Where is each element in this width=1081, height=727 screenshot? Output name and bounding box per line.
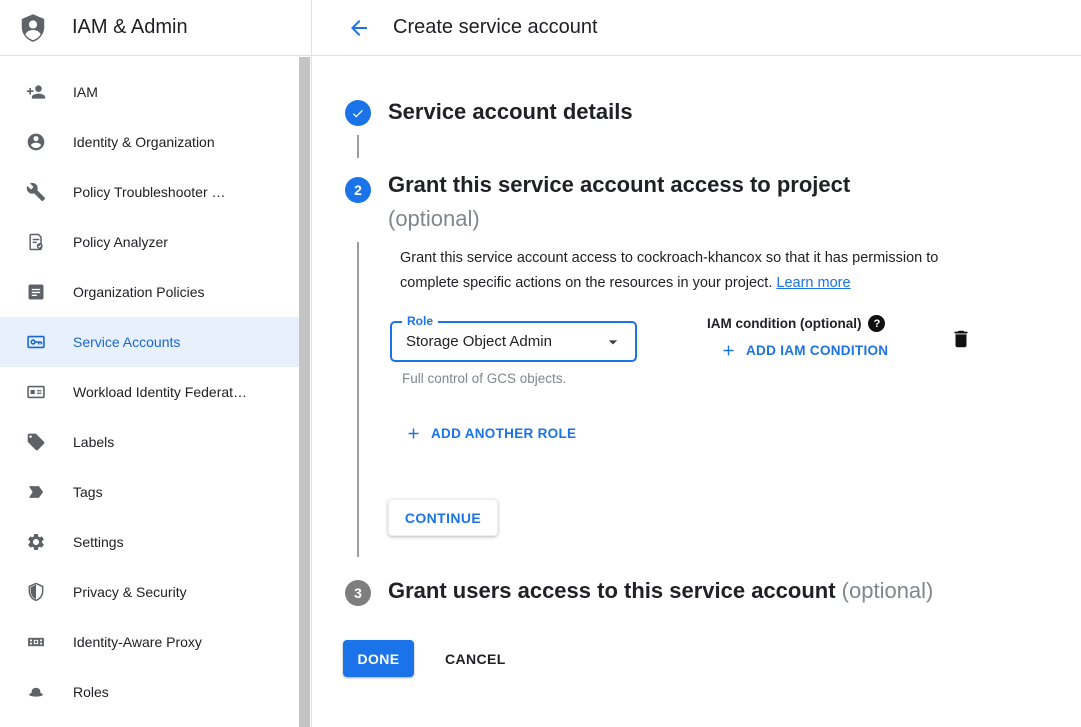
wrench-icon bbox=[26, 182, 46, 202]
sidebar-item-label: Identity-Aware Proxy bbox=[73, 634, 202, 650]
gear-icon bbox=[26, 532, 46, 552]
iam-condition-label: IAM condition (optional) bbox=[707, 316, 861, 331]
sidebar-item-identity-organization[interactable]: Identity & Organization bbox=[0, 117, 299, 167]
page-header: Create service account bbox=[312, 0, 1081, 55]
role-field-label: Role bbox=[402, 314, 438, 328]
sidebar-item-iam[interactable]: IAM bbox=[0, 67, 299, 117]
iam-admin-shield-icon bbox=[18, 13, 48, 43]
sidebar-item-policy-troubleshooter[interactable]: Policy Troubleshooter … bbox=[0, 167, 299, 217]
person-circle-icon bbox=[26, 132, 46, 152]
sidebar-item-label: Tags bbox=[73, 484, 103, 500]
role-selected-value: Storage Object Admin bbox=[406, 333, 552, 350]
sidebar-item-label: Roles bbox=[73, 684, 109, 700]
sidebar-item-privacy-security[interactable]: Privacy & Security bbox=[0, 567, 299, 617]
sidebar-item-label: Service Accounts bbox=[73, 334, 180, 350]
role-helper-text: Full control of GCS objects. bbox=[402, 371, 566, 386]
sidebar-item-label: Organization Policies bbox=[73, 284, 205, 300]
sidebar-item-tags[interactable]: Tags bbox=[0, 467, 299, 517]
help-icon[interactable]: ? bbox=[868, 315, 885, 332]
iam-condition-header: IAM condition (optional) ? bbox=[707, 315, 885, 332]
step2-title: Grant this service account access to pro… bbox=[388, 168, 850, 236]
step1-title: Service account details bbox=[388, 99, 633, 125]
step3-title: Grant users access to this service accou… bbox=[388, 578, 933, 604]
add-iam-condition-label: ADD IAM CONDITION bbox=[746, 343, 888, 358]
step-connector bbox=[357, 242, 359, 557]
done-button[interactable]: DONE bbox=[343, 640, 414, 677]
learn-more-link[interactable]: Learn more bbox=[776, 275, 850, 291]
check-icon bbox=[350, 105, 366, 121]
sidebar-item-label: Workload Identity Federat… bbox=[73, 384, 247, 400]
tag-arrow-icon bbox=[26, 482, 46, 502]
plus-icon bbox=[405, 425, 422, 442]
sidebar-item-workload-identity-federation[interactable]: Workload Identity Federat… bbox=[0, 367, 299, 417]
app-title: IAM & Admin bbox=[72, 16, 188, 39]
sidebar-item-settings[interactable]: Settings bbox=[0, 517, 299, 567]
badge-card-icon bbox=[26, 382, 46, 402]
sidebar-item-service-accounts[interactable]: Service Accounts bbox=[0, 317, 299, 367]
sidebar-item-label: Policy Analyzer bbox=[73, 234, 168, 250]
sidebar-item-label: Policy Troubleshooter … bbox=[73, 184, 226, 200]
continue-button[interactable]: CONTINUE bbox=[388, 499, 498, 536]
trash-icon bbox=[950, 328, 972, 350]
sidebar-nav: IAM Identity & Organization Policy Troub… bbox=[0, 57, 312, 727]
back-arrow-icon[interactable] bbox=[347, 16, 371, 40]
step3-title-text: Grant users access to this service accou… bbox=[388, 578, 836, 603]
top-header: IAM & Admin Create service account bbox=[0, 0, 1081, 56]
sidebar-item-labels[interactable]: Labels bbox=[0, 417, 299, 467]
page-title: Create service account bbox=[393, 16, 598, 39]
chevron-down-icon bbox=[603, 332, 623, 352]
add-another-role-button[interactable]: ADD ANOTHER ROLE bbox=[405, 425, 576, 442]
sidebar-item-label: Identity & Organization bbox=[73, 134, 215, 150]
step1-complete-icon bbox=[345, 100, 371, 126]
step-connector bbox=[357, 135, 359, 158]
cancel-button[interactable]: CANCEL bbox=[433, 640, 518, 677]
list-document-icon bbox=[26, 282, 46, 302]
step2-number-icon: 2 bbox=[345, 177, 371, 203]
sidebar-item-label: Labels bbox=[73, 434, 114, 450]
plus-icon bbox=[720, 342, 737, 359]
delete-role-button[interactable] bbox=[950, 328, 972, 350]
description-text: Grant this service account access to coc… bbox=[400, 250, 938, 291]
document-search-icon bbox=[26, 232, 46, 252]
app-header: IAM & Admin bbox=[0, 0, 312, 55]
step2-title-text: Grant this service account access to pro… bbox=[388, 172, 850, 197]
sidebar-item-label: Privacy & Security bbox=[73, 584, 187, 600]
sidebar-item-label: IAM bbox=[73, 84, 98, 100]
sidebar-item-label: Settings bbox=[73, 534, 124, 550]
step3-number: 3 bbox=[354, 585, 362, 601]
sidebar-item-policy-analyzer[interactable]: Policy Analyzer bbox=[0, 217, 299, 267]
step2-number: 2 bbox=[354, 182, 362, 198]
sidebar-item-identity-aware-proxy[interactable]: Identity-Aware Proxy bbox=[0, 617, 299, 667]
shield-icon bbox=[26, 582, 46, 602]
person-add-icon bbox=[26, 82, 46, 102]
service-account-key-icon bbox=[26, 332, 46, 352]
step2-optional-label: (optional) bbox=[388, 206, 480, 231]
sidebar-scrollbar[interactable] bbox=[299, 57, 310, 727]
label-tag-icon bbox=[26, 432, 46, 452]
roles-hat-icon bbox=[26, 682, 46, 702]
main-content: Service account details 2 Grant this ser… bbox=[312, 57, 1081, 727]
role-select[interactable]: Role Storage Object Admin bbox=[390, 321, 637, 362]
add-another-role-label: ADD ANOTHER ROLE bbox=[431, 426, 576, 441]
step3-optional-label: (optional) bbox=[836, 578, 934, 603]
step3-number-icon: 3 bbox=[345, 580, 371, 606]
proxy-filmstrip-icon bbox=[26, 632, 46, 652]
step2-description: Grant this service account access to coc… bbox=[400, 246, 992, 296]
sidebar-item-organization-policies[interactable]: Organization Policies bbox=[0, 267, 299, 317]
sidebar-item-roles[interactable]: Roles bbox=[0, 667, 299, 717]
add-iam-condition-button[interactable]: ADD IAM CONDITION bbox=[720, 342, 888, 359]
